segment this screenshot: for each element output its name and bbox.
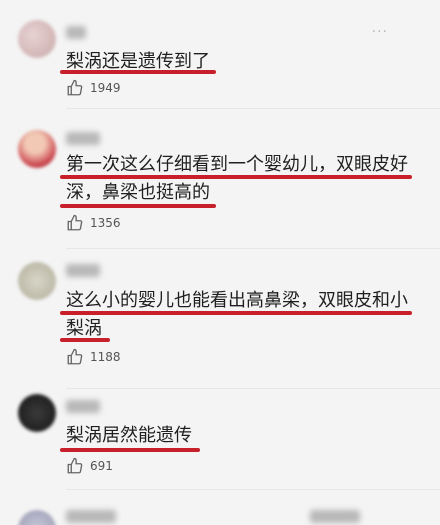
comment-text: 梨涡居然能遗传	[66, 425, 192, 446]
thumbs-up-icon	[67, 79, 83, 96]
thumbs-up-icon	[67, 348, 83, 365]
like-button[interactable]: 1356	[66, 213, 121, 233]
like-count: 691	[90, 459, 113, 473]
comment-item: 这么小的婴儿也能看出高鼻梁，双眼皮和小 梨涡 1188	[0, 250, 440, 390]
comment-item-partial	[0, 490, 440, 525]
like-button[interactable]: 691	[66, 456, 113, 476]
red-underline	[60, 338, 110, 342]
red-underline	[60, 311, 412, 315]
username-blurred[interactable]	[310, 510, 360, 523]
divider	[66, 108, 440, 109]
comment-item: 梨涡居然能遗传 691	[0, 390, 440, 490]
username-blurred[interactable]	[66, 400, 100, 413]
more-options-icon[interactable]: ···	[372, 24, 388, 40]
thumbs-up-icon	[67, 457, 83, 474]
like-button[interactable]: 1188	[66, 347, 121, 367]
avatar[interactable]	[18, 394, 56, 432]
like-count: 1949	[90, 81, 121, 95]
like-button[interactable]: 1949	[66, 78, 121, 98]
avatar[interactable]	[18, 20, 56, 58]
username-blurred[interactable]	[66, 132, 100, 145]
avatar[interactable]	[18, 130, 56, 168]
divider	[66, 248, 440, 249]
thumbs-up-icon	[67, 214, 83, 231]
like-count: 1188	[90, 350, 121, 364]
red-underline	[60, 448, 200, 452]
avatar[interactable]	[18, 510, 56, 525]
username-blurred[interactable]	[66, 264, 100, 277]
divider	[66, 388, 440, 389]
red-underline	[60, 204, 216, 208]
like-count: 1356	[90, 216, 121, 230]
comment-item: ··· 梨涡还是遗传到了 1949	[0, 0, 440, 110]
username-blurred[interactable]	[66, 26, 86, 39]
red-underline	[60, 70, 216, 74]
username-blurred[interactable]	[66, 510, 116, 523]
comment-item: 第一次这么仔细看到一个婴幼儿，双眼皮好 深，鼻梁也挺高的 1356	[0, 110, 440, 250]
avatar[interactable]	[18, 262, 56, 300]
